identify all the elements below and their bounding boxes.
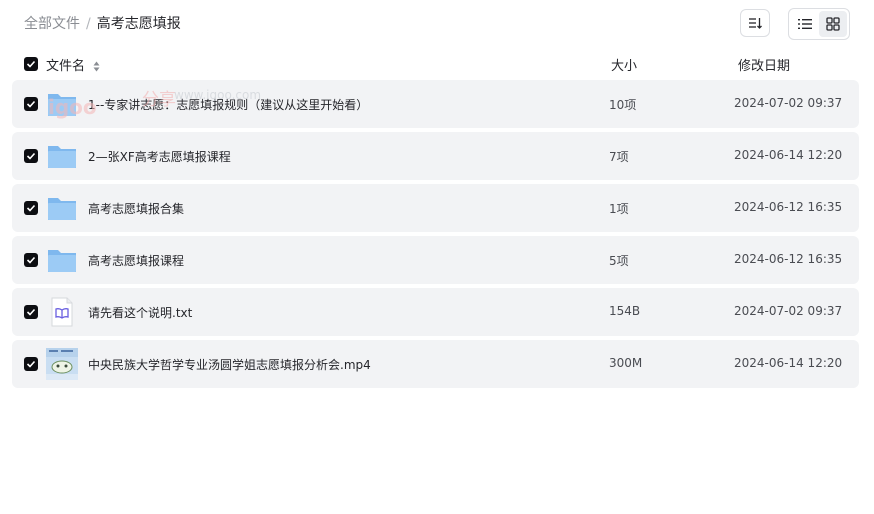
breadcrumb-current: 高考志愿填报 — [96, 16, 181, 32]
file-date: 2024-07-02 09:37 — [734, 304, 843, 318]
file-size: 300M — [609, 356, 643, 370]
file-list: 1--专家讲志愿：志愿填报规则（建议从这里开始看） 10项 2024-07-02… — [12, 80, 859, 392]
file-date: 2024-07-02 09:37 — [734, 96, 843, 110]
breadcrumb-root-link[interactable]: 全部文件 — [24, 16, 80, 32]
file-row[interactable]: 1--专家讲志愿：志愿填报规则（建议从这里开始看） 10项 2024-07-02… — [12, 80, 859, 128]
file-name[interactable]: 1--专家讲志愿：志愿填报规则（建议从这里开始看） — [88, 96, 368, 113]
row-checkbox[interactable] — [24, 201, 38, 215]
breadcrumb-separator: / — [86, 16, 91, 32]
file-name[interactable]: 高考志愿填报课程 — [88, 252, 184, 269]
file-name[interactable]: 高考志愿填报合集 — [88, 200, 184, 217]
file-date: 2024-06-12 16:35 — [734, 200, 843, 214]
column-header-date[interactable]: 修改日期 — [738, 55, 790, 74]
column-header-size[interactable]: 大小 — [611, 55, 637, 74]
document-icon — [51, 297, 73, 327]
file-row[interactable]: 高考志愿填报课程 5项 2024-06-12 16:35 — [12, 236, 859, 284]
select-all-checkbox[interactable] — [24, 57, 38, 71]
sort-icon — [749, 18, 762, 29]
check-icon — [26, 204, 36, 212]
check-icon — [26, 256, 36, 264]
file-size: 5项 — [609, 254, 629, 268]
row-checkbox[interactable] — [24, 97, 38, 111]
check-icon — [26, 360, 36, 368]
sort-button[interactable] — [740, 9, 770, 37]
folder-icon — [48, 198, 76, 220]
file-name[interactable]: 中央民族大学哲学专业汤圆学姐志愿填报分析会.mp4 — [88, 356, 371, 373]
row-checkbox[interactable] — [24, 357, 38, 371]
table-header: 文件名 大小 修改日期 — [12, 52, 859, 76]
folder-icon — [48, 146, 76, 168]
row-checkbox[interactable] — [24, 305, 38, 319]
file-date: 2024-06-12 16:35 — [734, 252, 843, 266]
file-name[interactable]: 2—张XF高考志愿填报课程 — [88, 148, 231, 165]
check-icon — [26, 308, 36, 316]
video-thumbnail — [46, 348, 78, 380]
list-view-button[interactable] — [791, 11, 819, 37]
toolbar: 全部文件 / 高考志愿填报 — [0, 0, 874, 48]
check-icon — [26, 152, 36, 160]
file-row[interactable]: 2—张XF高考志愿填报课程 7项 2024-06-14 12:20 — [12, 132, 859, 180]
file-row[interactable]: 请先看这个说明.txt 154B 2024-07-02 09:37 — [12, 288, 859, 336]
file-date: 2024-06-14 12:20 — [734, 148, 843, 162]
file-size: 154B — [609, 304, 641, 318]
file-date: 2024-06-14 12:20 — [734, 356, 843, 370]
row-checkbox[interactable] — [24, 253, 38, 267]
file-name[interactable]: 请先看这个说明.txt — [88, 304, 192, 321]
folder-icon — [48, 94, 76, 116]
file-size: 1项 — [609, 202, 629, 216]
sort-arrows-icon — [93, 61, 100, 72]
check-icon — [26, 100, 36, 108]
file-size: 10项 — [609, 98, 637, 112]
row-checkbox[interactable] — [24, 149, 38, 163]
folder-icon — [48, 250, 76, 272]
list-view-icon — [798, 19, 812, 29]
grid-view-icon — [826, 17, 840, 31]
check-icon — [26, 60, 36, 68]
file-row[interactable]: 中央民族大学哲学专业汤圆学姐志愿填报分析会.mp4 300M 2024-06-1… — [12, 340, 859, 388]
file-size: 7项 — [609, 150, 629, 164]
view-toggle — [788, 8, 850, 40]
file-row[interactable]: 高考志愿填报合集 1项 2024-06-12 16:35 — [12, 184, 859, 232]
column-header-name[interactable]: 文件名 — [46, 55, 100, 74]
breadcrumb: 全部文件 / 高考志愿填报 — [24, 15, 181, 33]
column-header-name-label: 文件名 — [46, 59, 86, 74]
grid-view-button[interactable] — [819, 11, 847, 37]
